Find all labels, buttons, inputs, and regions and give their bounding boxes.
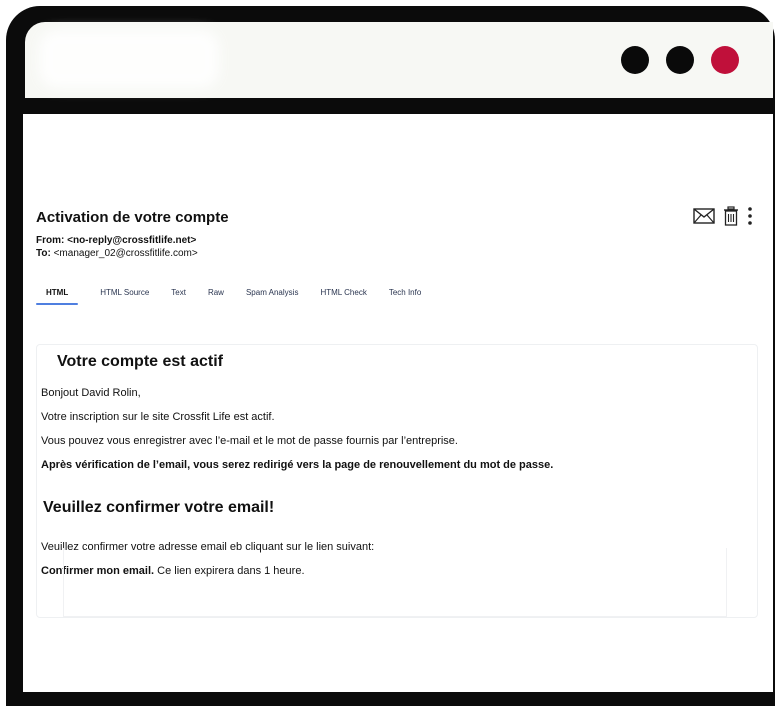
window-dot-1[interactable] <box>621 46 649 74</box>
message-line-2: Vous pouvez vous enregistrer avec l’e-ma… <box>41 435 458 447</box>
email-to: To: <manager_02@crossfitlife.com> <box>36 248 198 259</box>
message-heading-active: Votre compte est actif <box>57 353 223 370</box>
message-line-1: Votre inscription sur le site Crossfit L… <box>41 411 275 423</box>
from-label: From: <box>36 235 65 246</box>
titlebar-glare <box>39 30 219 88</box>
message-footer-card <box>63 548 727 617</box>
to-label: To: <box>36 248 51 259</box>
trash-icon[interactable] <box>723 206 739 226</box>
window-close-dot[interactable] <box>711 46 739 74</box>
message-heading-confirm: Veuillez confirmer votre email! <box>43 499 275 516</box>
email-tabs: HTML HTML Source Text Raw Spam Analysis … <box>36 288 421 305</box>
message-line-3: Après vérification de l’email, vous sere… <box>41 459 554 471</box>
tab-html[interactable]: HTML <box>36 288 79 305</box>
window-dot-2[interactable] <box>666 46 694 74</box>
from-address: <no-reply@crossfitlife.net> <box>67 235 197 246</box>
tab-spam-analysis[interactable]: Spam Analysis <box>246 288 298 305</box>
email-actions <box>693 206 753 226</box>
email-subject: Activation de votre compte <box>36 209 229 226</box>
tab-html-check[interactable]: HTML Check <box>320 288 366 305</box>
window-titlebar <box>25 22 773 98</box>
message-greeting: Bonjout David Rolin, <box>41 387 141 399</box>
tab-raw[interactable]: Raw <box>208 288 224 305</box>
email-from: From: <no-reply@crossfitlife.net> <box>36 235 196 246</box>
tab-text[interactable]: Text <box>171 288 186 305</box>
tab-html-source[interactable]: HTML Source <box>100 288 149 305</box>
to-address: <manager_02@crossfitlife.com> <box>53 248 198 259</box>
tab-tech-info[interactable]: Tech Info <box>389 288 421 305</box>
email-view: Activation de votre compte From: <no-rep… <box>23 114 773 692</box>
envelope-icon[interactable] <box>693 208 715 224</box>
more-vertical-icon[interactable] <box>747 206 753 226</box>
